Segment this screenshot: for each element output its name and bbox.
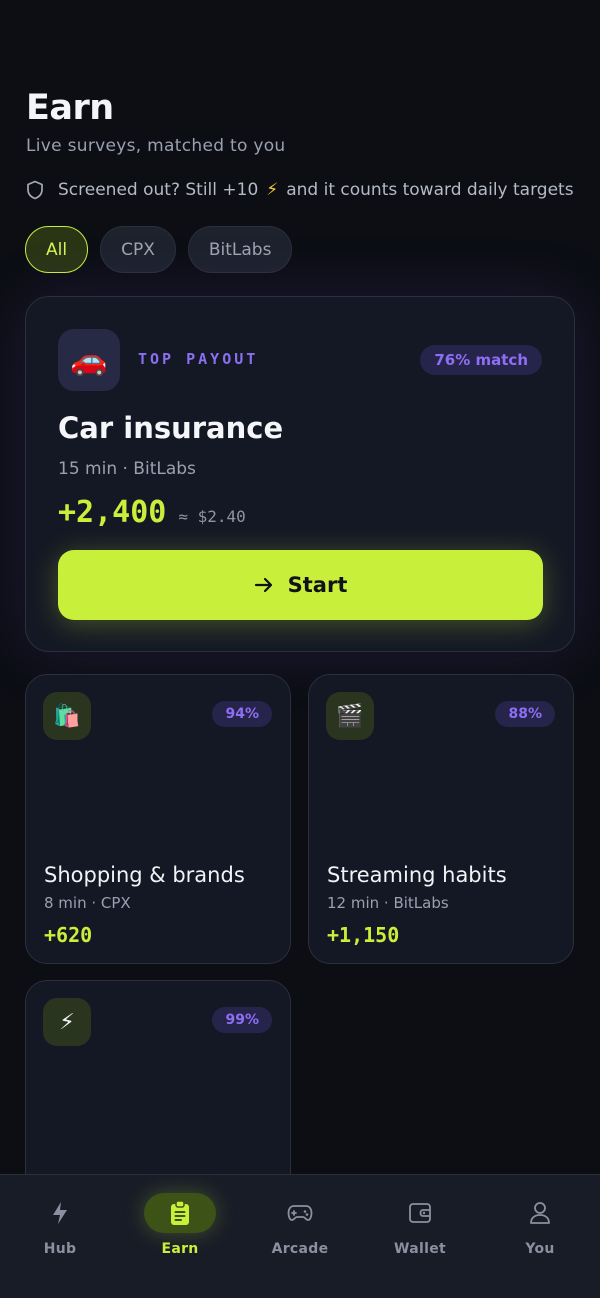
- bolt-icon: [24, 1193, 96, 1233]
- clapperboard-icon: 🎬: [326, 692, 374, 740]
- survey-card[interactable]: 🛍️ 94% Shopping & brands 8 min · CPX +62…: [25, 674, 291, 964]
- filter-chip-cpx[interactable]: CPX: [100, 226, 176, 273]
- shield-icon: [27, 180, 43, 200]
- reward-points: +620: [44, 923, 93, 947]
- survey-meta: 8 min · CPX: [44, 894, 131, 912]
- car-icon: 🚗: [58, 329, 120, 391]
- wallet-icon: [384, 1193, 456, 1233]
- bolt-icon: ⚡: [266, 180, 279, 200]
- nav-item-you[interactable]: You: [480, 1175, 600, 1298]
- lightning-icon: ⚡: [43, 998, 91, 1046]
- arrow-right-icon: [254, 577, 272, 593]
- nav-label: Arcade: [271, 1241, 329, 1257]
- match-badge: 94%: [212, 701, 272, 727]
- survey-meta: 15 min · BitLabs: [58, 459, 196, 479]
- start-button-label: Start: [287, 573, 348, 597]
- nav-label: You: [525, 1241, 555, 1257]
- nav-item-wallet[interactable]: Wallet: [360, 1175, 480, 1298]
- nav-label: Wallet: [394, 1241, 446, 1257]
- survey-title: Streaming habits: [327, 863, 507, 887]
- reward-cash-equivalent: ≈ $2.40: [178, 507, 246, 526]
- nav-label: Earn: [161, 1241, 199, 1257]
- survey-title: Shopping & brands: [44, 863, 245, 887]
- top-payout-card[interactable]: 🚗 TOP PAYOUT 76% match Car insurance 15 …: [25, 296, 575, 652]
- user-icon: [504, 1193, 576, 1233]
- gamepad-icon: [264, 1193, 336, 1233]
- notice-text-suffix: and it counts toward daily targets: [286, 180, 574, 200]
- reward-points: +1,150: [327, 923, 400, 947]
- start-button[interactable]: Start: [58, 550, 543, 620]
- page-title: Earn: [26, 88, 114, 128]
- notice-text-prefix: Screened out? Still +10: [58, 180, 259, 200]
- filter-chip-bitlabs[interactable]: BitLabs: [187, 226, 293, 273]
- survey-meta: 12 min · BitLabs: [327, 894, 449, 912]
- reward-points: +2,400: [58, 495, 167, 530]
- shopping-bags-icon: 🛍️: [43, 692, 91, 740]
- top-payout-tag: TOP PAYOUT: [138, 350, 259, 368]
- match-badge: 76% match: [420, 345, 542, 375]
- survey-title: Car insurance: [58, 411, 284, 445]
- screenout-notice: Screened out? Still +10 ⚡ and it counts …: [26, 180, 574, 200]
- clipboard-icon: [144, 1193, 216, 1233]
- nav-label: Hub: [43, 1241, 77, 1257]
- nav-item-earn[interactable]: Earn: [120, 1175, 240, 1298]
- match-badge: 99%: [212, 1007, 272, 1033]
- nav-item-arcade[interactable]: Arcade: [240, 1175, 360, 1298]
- nav-item-hub[interactable]: Hub: [0, 1175, 120, 1298]
- survey-card[interactable]: 🎬 88% Streaming habits 12 min · BitLabs …: [308, 674, 574, 964]
- provider-filter-chips: All CPX BitLabs: [25, 226, 293, 273]
- filter-chip-all[interactable]: All: [25, 226, 89, 273]
- page-subtitle: Live surveys, matched to you: [26, 136, 286, 156]
- bottom-nav: Hub Earn Arcade Wallet You: [0, 1174, 600, 1298]
- survey-reward: +2,400 ≈ $2.40: [58, 495, 246, 530]
- match-badge: 88%: [495, 701, 555, 727]
